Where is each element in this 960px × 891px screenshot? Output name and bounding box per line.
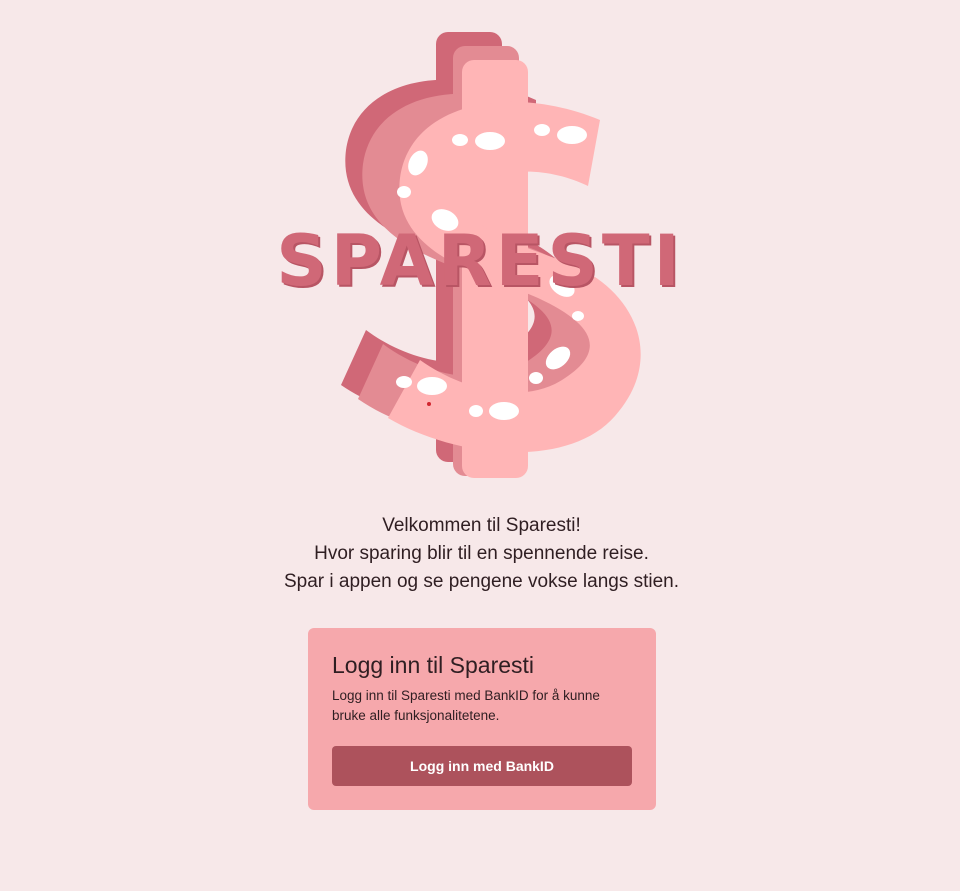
sparesti-logo: SPARESTI bbox=[270, 28, 690, 483]
marker-dot bbox=[427, 402, 431, 406]
bankid-login-button[interactable]: Logg inn med BankID bbox=[332, 746, 632, 786]
login-title: Logg inn til Sparesti bbox=[332, 652, 535, 678]
welcome-line-2: Hvor sparing blir til en spennende reise… bbox=[314, 543, 649, 564]
welcome-line-3: Spar i appen og se pengene vokse langs s… bbox=[283, 571, 680, 592]
welcome-line-1: Velkommen til Sparesti! bbox=[382, 515, 581, 536]
login-description: Logg inn til Sparesti med BankID for å k… bbox=[332, 688, 600, 723]
welcome-text: Velkommen til Sparesti! Hvor sparing bli… bbox=[0, 512, 960, 596]
login-card: Logg inn til Sparesti Logg inn til Spare… bbox=[308, 628, 656, 810]
logo-wordmark: SPARESTI bbox=[276, 220, 684, 302]
